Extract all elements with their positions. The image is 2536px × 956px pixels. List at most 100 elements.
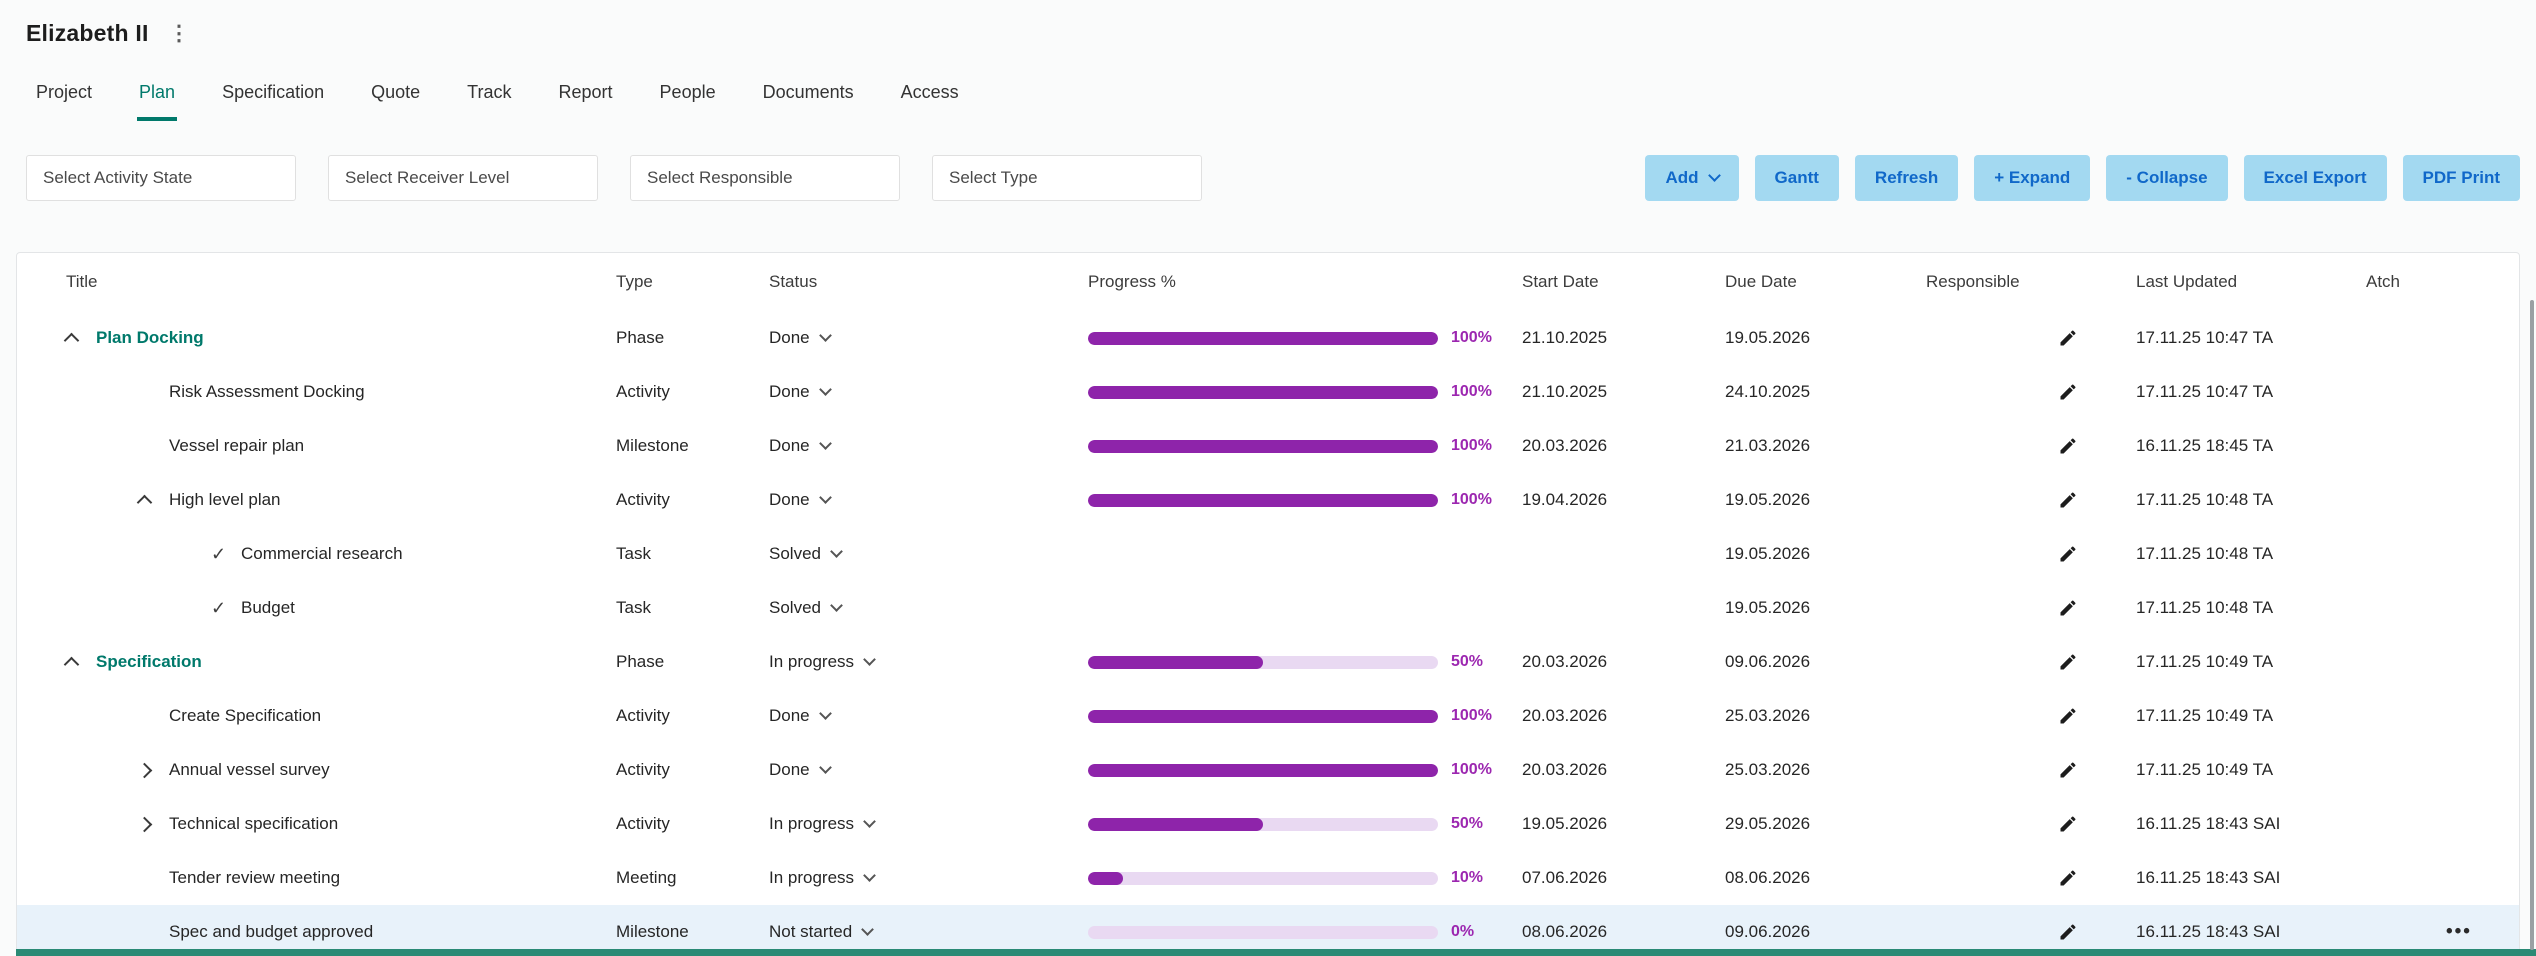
filter-receiver-level[interactable]: Select Receiver Level bbox=[328, 155, 598, 201]
row-title[interactable]: High level plan bbox=[169, 490, 281, 510]
edit-responsible-pencil-icon[interactable] bbox=[2058, 382, 2078, 402]
more-actions-icon[interactable]: ••• bbox=[2366, 921, 2472, 943]
collapse-chevron-icon[interactable] bbox=[63, 330, 90, 349]
edit-responsible-pencil-icon[interactable] bbox=[2058, 814, 2078, 834]
status-dropdown[interactable]: In progress bbox=[769, 814, 1088, 834]
vertical-scrollbar[interactable] bbox=[2530, 300, 2534, 950]
edit-responsible-pencil-icon[interactable] bbox=[2058, 922, 2078, 942]
chevron-down-icon bbox=[818, 437, 832, 450]
row-title[interactable]: Tender review meeting bbox=[169, 868, 340, 888]
edit-responsible-pencil-icon[interactable] bbox=[2058, 490, 2078, 510]
collapse-chevron-icon[interactable] bbox=[136, 492, 163, 511]
status-dropdown[interactable]: In progress bbox=[769, 652, 1088, 672]
progress-bar bbox=[1088, 763, 1438, 777]
start-date: 19.04.2026 bbox=[1522, 490, 1608, 509]
filter-responsible[interactable]: Select Responsible bbox=[630, 155, 900, 201]
status-dropdown[interactable]: Not started bbox=[769, 922, 1088, 942]
progress-bar bbox=[1088, 655, 1438, 669]
filter-toolbar: Select Activity State Select Receiver Lev… bbox=[26, 155, 2520, 201]
add-button[interactable]: Add bbox=[1645, 155, 1739, 201]
due-date: 25.03.2026 bbox=[1725, 760, 1811, 779]
due-date: 19.05.2026 bbox=[1725, 544, 1811, 563]
pdf-print-button[interactable]: PDF Print bbox=[2402, 155, 2520, 201]
edit-responsible-pencil-icon[interactable] bbox=[2058, 868, 2078, 888]
row-title[interactable]: Vessel repair plan bbox=[169, 436, 304, 456]
progress-cell: 100% bbox=[1088, 437, 1522, 455]
status-dropdown[interactable]: In progress bbox=[769, 868, 1088, 888]
status-dropdown[interactable]: Done bbox=[769, 490, 1088, 510]
table-row-specification[interactable]: Specification Phase In progress 50% 20.03.20… bbox=[17, 635, 2519, 689]
status-dropdown[interactable]: Done bbox=[769, 328, 1088, 348]
table-row-commercial-research[interactable]: ✓ Commercial research Task Solved 19.05.2026… bbox=[17, 527, 2519, 581]
collapse-button[interactable]: - Collapse bbox=[2106, 155, 2228, 201]
table-row-vessel-repair-plan[interactable]: Vessel repair plan Milestone Done 100% 20.03… bbox=[17, 419, 2519, 473]
row-title[interactable]: Risk Assessment Docking bbox=[169, 382, 365, 402]
status-label: Not started bbox=[769, 922, 853, 941]
edit-responsible-pencil-icon[interactable] bbox=[2058, 706, 2078, 726]
excel-export-button[interactable]: Excel Export bbox=[2243, 155, 2387, 201]
refresh-button-label: Refresh bbox=[1874, 168, 1939, 187]
status-dropdown[interactable]: Done bbox=[769, 706, 1088, 726]
progress-percent: 100% bbox=[1451, 437, 1492, 454]
start-date: 20.03.2026 bbox=[1522, 436, 1608, 455]
table-row-create-specification[interactable]: Create Specification Activity Done 100% 20.0… bbox=[17, 689, 2519, 743]
tab-report[interactable]: Report bbox=[557, 78, 615, 121]
progress-percent: 100% bbox=[1451, 761, 1492, 778]
table-row-annual-vessel-survey[interactable]: Annual vessel survey Activity Done 100% 20.0… bbox=[17, 743, 2519, 797]
filter-activity-state[interactable]: Select Activity State bbox=[26, 155, 296, 201]
expand-button[interactable]: + Expand bbox=[1974, 155, 2091, 201]
chevron-down-icon bbox=[830, 545, 843, 558]
table-row-budget[interactable]: ✓ Budget Task Solved 19.05.2026 17.11.25 10:4… bbox=[17, 581, 2519, 635]
edit-responsible-pencil-icon[interactable] bbox=[2058, 544, 2078, 564]
filter-type[interactable]: Select Type bbox=[932, 155, 1202, 201]
expand-chevron-icon[interactable] bbox=[136, 816, 163, 832]
kebab-menu-icon[interactable]: ⋮ bbox=[169, 23, 190, 44]
table-row-tender-review-meeting[interactable]: Tender review meeting Meeting In progress 1… bbox=[17, 851, 2519, 905]
last-updated: 17.11.25 10:48 TA bbox=[2136, 490, 2274, 509]
row-title[interactable]: Create Specification bbox=[169, 706, 321, 726]
table-row-plan-docking[interactable]: Plan Docking Phase Done 100% 21.10.2025 19.05… bbox=[17, 311, 2519, 365]
chevron-down-icon bbox=[863, 815, 876, 828]
edit-responsible-pencil-icon[interactable] bbox=[2058, 598, 2078, 618]
status-dropdown[interactable]: Done bbox=[769, 382, 1088, 402]
tab-bar: Project Plan Specification Quote Track Report… bbox=[34, 78, 961, 121]
tab-quote[interactable]: Quote bbox=[369, 78, 422, 121]
tab-track[interactable]: Track bbox=[465, 78, 513, 121]
status-label: Solved bbox=[769, 544, 821, 563]
expand-chevron-icon[interactable] bbox=[136, 762, 163, 778]
row-title[interactable]: Specification bbox=[96, 652, 202, 672]
gantt-button[interactable]: Gantt bbox=[1754, 155, 1839, 201]
tab-people[interactable]: People bbox=[658, 78, 718, 121]
tab-specification[interactable]: Specification bbox=[220, 78, 326, 121]
row-title[interactable]: Spec and budget approved bbox=[169, 922, 373, 942]
status-dropdown[interactable]: Solved bbox=[769, 544, 1088, 564]
row-title[interactable]: Technical specification bbox=[169, 814, 338, 834]
row-title[interactable]: Plan Docking bbox=[96, 328, 204, 348]
edit-responsible-pencil-icon[interactable] bbox=[2058, 652, 2078, 672]
check-icon: ✓ bbox=[211, 597, 227, 618]
status-dropdown[interactable]: Done bbox=[769, 760, 1088, 780]
collapse-chevron-icon[interactable] bbox=[63, 654, 90, 673]
last-updated: 17.11.25 10:47 TA bbox=[2136, 382, 2274, 401]
table-row-high-level-plan[interactable]: High level plan Activity Done 100% 19.04.202… bbox=[17, 473, 2519, 527]
edit-responsible-pencil-icon[interactable] bbox=[2058, 328, 2078, 348]
edit-responsible-pencil-icon[interactable] bbox=[2058, 436, 2078, 456]
refresh-button[interactable]: Refresh bbox=[1854, 155, 1959, 201]
tab-project[interactable]: Project bbox=[34, 78, 94, 121]
tab-plan[interactable]: Plan bbox=[137, 78, 178, 121]
edit-responsible-pencil-icon[interactable] bbox=[2058, 760, 2078, 780]
due-date: 21.03.2026 bbox=[1725, 436, 1811, 455]
tab-documents[interactable]: Documents bbox=[761, 78, 856, 121]
table-row-technical-specification[interactable]: Technical specification Activity In progre… bbox=[17, 797, 2519, 851]
table-row-risk-assessment-docking[interactable]: Risk Assessment Docking Activity Done 100% 2… bbox=[17, 365, 2519, 419]
row-title[interactable]: Annual vessel survey bbox=[169, 760, 330, 780]
status-label: Done bbox=[769, 760, 810, 779]
status-dropdown[interactable]: Done bbox=[769, 436, 1088, 456]
status-dropdown[interactable]: Solved bbox=[769, 598, 1088, 618]
tab-access[interactable]: Access bbox=[899, 78, 961, 121]
chevron-down-icon bbox=[861, 923, 875, 936]
row-title[interactable]: Budget bbox=[241, 598, 295, 618]
project-title: Elizabeth II bbox=[26, 20, 149, 46]
start-date: 20.03.2026 bbox=[1522, 652, 1608, 671]
row-title[interactable]: Commercial research bbox=[241, 544, 403, 564]
